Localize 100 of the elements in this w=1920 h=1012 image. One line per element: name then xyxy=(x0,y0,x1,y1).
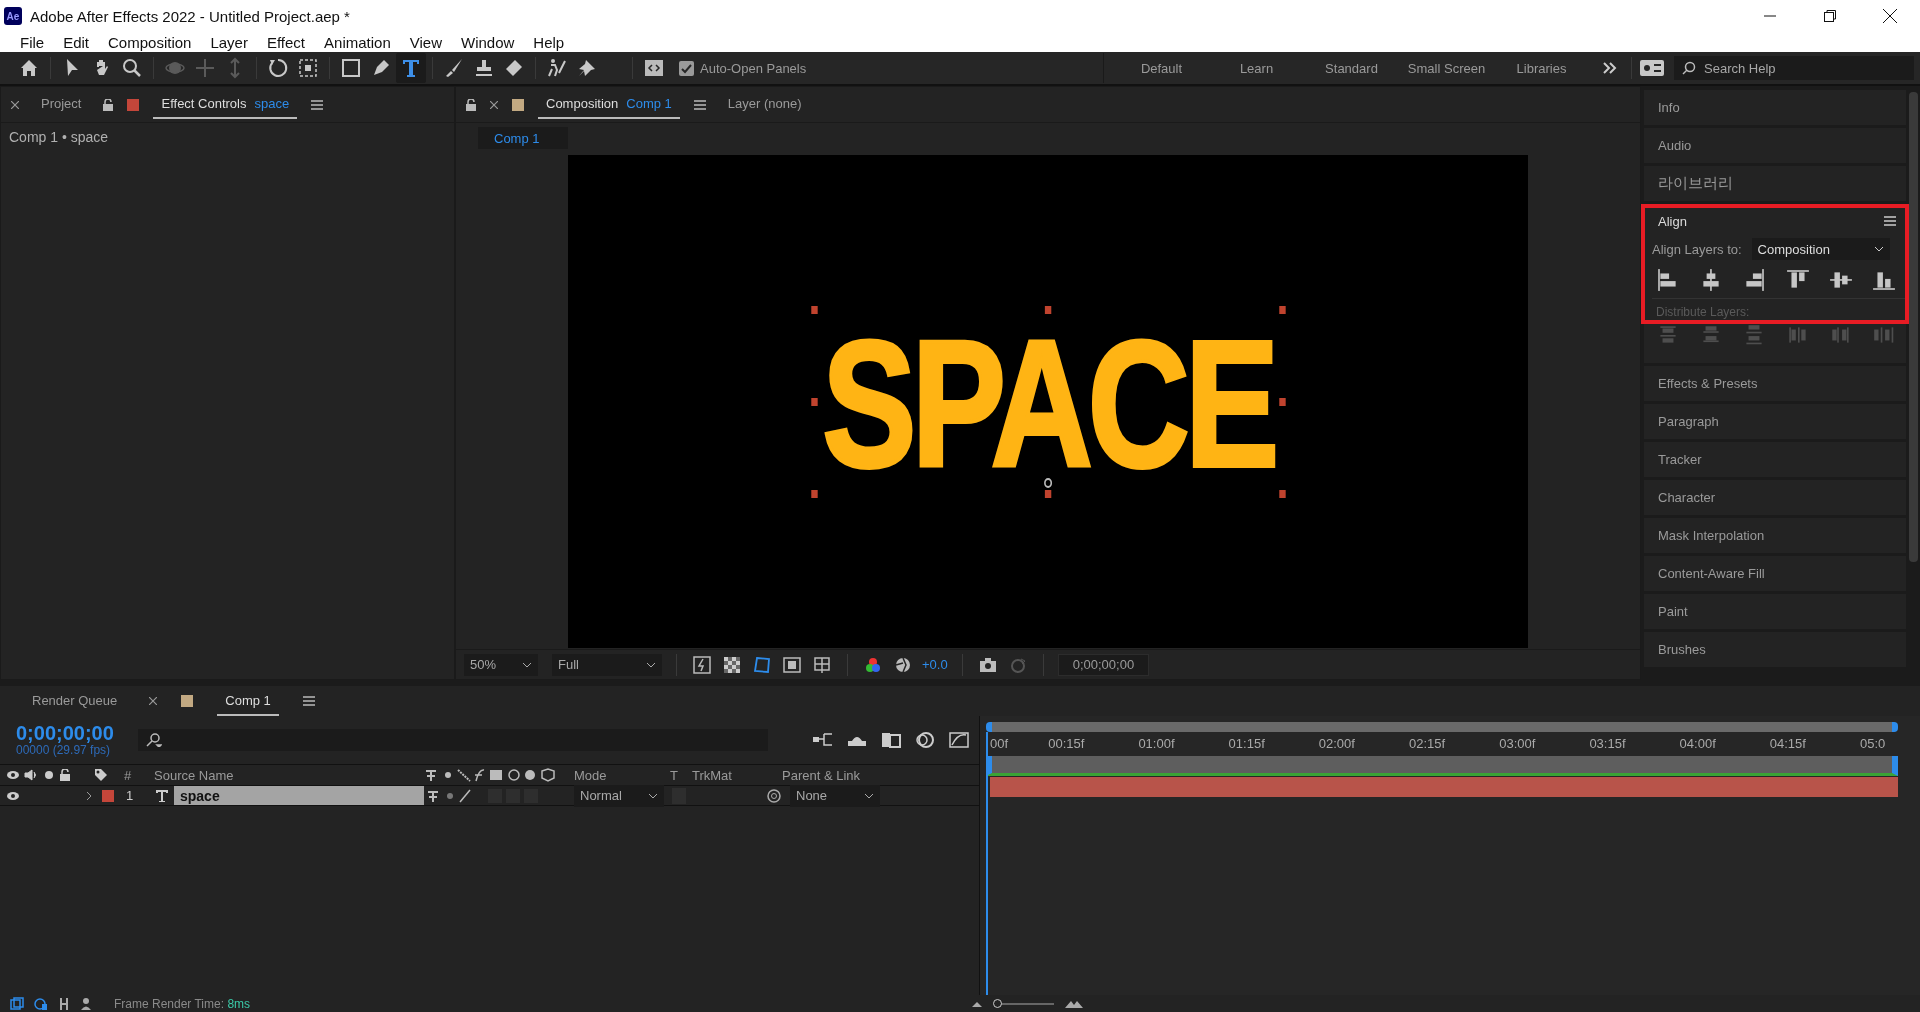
close-tab-icon[interactable] xyxy=(11,100,19,109)
panel-header[interactable]: Info xyxy=(1644,90,1906,125)
search-field[interactable]: Search Help xyxy=(1674,56,1914,80)
menu-item[interactable]: Animation xyxy=(314,33,400,51)
person-icon[interactable] xyxy=(80,996,94,1011)
panel-tab[interactable]: Effect Controls space xyxy=(153,90,298,119)
panel-header[interactable]: Content-Aware Fill xyxy=(1644,556,1906,591)
lock-icon[interactable] xyxy=(60,769,70,781)
close-tab-icon[interactable] xyxy=(490,100,498,109)
transform-handle[interactable] xyxy=(1278,305,1286,314)
panel-header[interactable]: Paragraph xyxy=(1644,404,1906,439)
panel-title: Align xyxy=(1658,213,1687,229)
eye-icon[interactable] xyxy=(6,770,20,780)
caret-icon[interactable] xyxy=(1873,246,1884,252)
panel-header[interactable]: Character xyxy=(1644,480,1906,515)
scrollbar[interactable] xyxy=(1909,92,1918,562)
motion-blur-icon[interactable] xyxy=(913,731,936,749)
type-tool-icon[interactable] xyxy=(396,53,426,83)
transform-handle[interactable] xyxy=(810,489,818,498)
ruler-label: 03:00f xyxy=(1499,736,1536,751)
label-color-swatch[interactable] xyxy=(102,789,114,802)
panel-menu-icon[interactable] xyxy=(311,99,324,110)
current-time[interactable]: 0;00;00;00 xyxy=(16,723,114,743)
menu-item[interactable]: Window xyxy=(451,33,524,51)
panel-header[interactable]: Effects & Presets xyxy=(1644,366,1906,401)
menu-item[interactable]: Edit xyxy=(53,33,99,51)
transform-handle[interactable] xyxy=(1044,305,1052,314)
transform-handle[interactable] xyxy=(810,397,818,406)
panel-tab[interactable]: Render Queue xyxy=(24,686,126,716)
panel-tab[interactable]: Comp 1 xyxy=(217,686,279,716)
bracket-icon[interactable] xyxy=(58,996,70,1011)
pick-whip-icon[interactable] xyxy=(766,787,782,804)
layer-name[interactable]: space xyxy=(174,786,424,805)
switch-box[interactable] xyxy=(672,787,686,804)
menu-item[interactable]: Layer xyxy=(200,33,257,51)
menu-item[interactable]: Composition xyxy=(98,33,201,51)
transform-handle[interactable] xyxy=(1278,489,1286,498)
text-layer[interactable]: SPACE xyxy=(821,313,1275,494)
timecode-display[interactable]: 0;00;00;00 xyxy=(1057,653,1150,676)
flowchart-icon[interactable] xyxy=(811,731,834,749)
panel-tab[interactable]: Layer (none) xyxy=(719,90,810,119)
comp-tab[interactable]: Comp 1 xyxy=(478,127,568,149)
solo-icon[interactable] xyxy=(44,770,54,780)
caret-icon[interactable] xyxy=(522,661,532,668)
parent-dropdown[interactable]: None xyxy=(790,784,880,807)
menu-item[interactable]: View xyxy=(399,33,451,51)
exposure-value[interactable]: +0.0 xyxy=(922,657,948,672)
graph-editor-icon[interactable] xyxy=(947,731,970,749)
zoom-dropdown[interactable]: 50% xyxy=(464,653,538,676)
mode-dropdown[interactable]: Normal xyxy=(574,784,664,807)
close-tab-icon[interactable] xyxy=(149,697,158,705)
panel-header[interactable]: Brushes xyxy=(1644,632,1906,667)
panel-header[interactable]: Paint xyxy=(1644,594,1906,629)
auto-open-checkbox[interactable] xyxy=(679,60,694,76)
lock-icon[interactable] xyxy=(103,98,114,111)
composition-icon[interactable] xyxy=(10,996,24,1011)
panel-header[interactable]: Mask Interpolation xyxy=(1644,518,1906,553)
frame-blend-icon[interactable] xyxy=(879,731,902,749)
search-icon[interactable] xyxy=(1682,61,1696,75)
align-target-dropdown[interactable]: Composition xyxy=(1751,238,1890,260)
workspace-tab[interactable]: Learn xyxy=(1209,60,1304,76)
ruler-label: 00:15f xyxy=(1048,736,1085,751)
label-icon[interactable] xyxy=(94,768,108,782)
menu-item[interactable]: Help xyxy=(523,33,574,51)
search-icon[interactable] xyxy=(145,733,162,747)
fast-preview-icon[interactable] xyxy=(691,653,713,676)
workspace-tab[interactable]: Small Screen xyxy=(1399,60,1494,76)
layer-search-field[interactable] xyxy=(137,729,768,751)
transform-handle[interactable] xyxy=(1044,489,1052,498)
panel-header[interactable]: 라이브러리 xyxy=(1644,166,1906,201)
transform-handle[interactable] xyxy=(810,305,818,314)
panel-header[interactable]: Tracker xyxy=(1644,442,1906,477)
workspace-tab[interactable]: Default xyxy=(1114,60,1209,76)
caret-icon[interactable] xyxy=(864,792,874,799)
column-header: # xyxy=(124,767,133,783)
settings-icon[interactable] xyxy=(1640,60,1664,76)
panel-menu-icon[interactable] xyxy=(693,99,706,110)
column-header: T xyxy=(670,767,679,783)
speaker-icon[interactable] xyxy=(24,769,38,781)
eye-icon[interactable] xyxy=(6,790,20,801)
slider-thumb[interactable] xyxy=(993,999,1003,1008)
panel-header[interactable]: Audio xyxy=(1644,128,1906,163)
workspace-tab[interactable]: Standard xyxy=(1304,60,1399,76)
anchor-point-icon[interactable] xyxy=(1044,477,1052,488)
menu-item[interactable]: File xyxy=(10,33,54,51)
chevrons-icon[interactable] xyxy=(1603,62,1617,74)
workspace-tab[interactable]: Libraries xyxy=(1494,60,1589,76)
panel-tab[interactable]: Composition Comp 1 xyxy=(538,90,680,119)
panel-menu-icon[interactable] xyxy=(1884,216,1896,226)
restore-icon[interactable] xyxy=(1824,10,1836,22)
menu-item[interactable]: Effect xyxy=(256,33,315,51)
panel-tab[interactable]: Project xyxy=(33,90,90,119)
lock-icon[interactable] xyxy=(466,98,476,111)
panel-menu-icon[interactable] xyxy=(302,696,315,706)
resolution-dropdown[interactable]: Full xyxy=(552,653,662,676)
transform-handle[interactable] xyxy=(1278,397,1286,406)
close-icon[interactable] xyxy=(1883,9,1897,23)
ruler-label: 01:00f xyxy=(1138,736,1175,751)
caret-icon[interactable] xyxy=(648,792,658,799)
caret-icon[interactable] xyxy=(646,661,656,668)
